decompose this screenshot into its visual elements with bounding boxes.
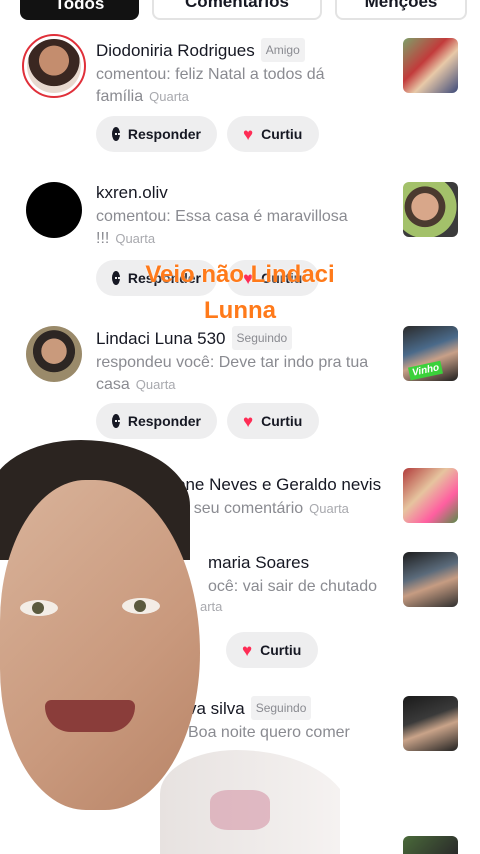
heart-icon: ♥ — [243, 411, 254, 431]
overlay-caption: Veio não Lindaci Lunna — [0, 257, 480, 329]
video-thumbnail[interactable]: Vinho — [403, 326, 458, 381]
relationship-badge: Amigo — [260, 38, 305, 62]
like-button[interactable]: ♥Curtiu — [227, 116, 319, 152]
camera-overlay — [0, 440, 340, 854]
timestamp: Quarta — [115, 231, 156, 246]
user-name[interactable]: Lindaci Luna 530 Seguindo — [96, 326, 386, 350]
video-thumbnail[interactable] — [403, 696, 458, 751]
heart-icon: ♥ — [243, 124, 254, 144]
user-name[interactable]: kxren.oliv — [96, 182, 386, 204]
eye — [20, 600, 58, 616]
avatar[interactable] — [26, 182, 82, 238]
notification-text: respondeu você: Deve tar indo pra tua ca… — [96, 354, 369, 393]
avatar[interactable] — [26, 326, 82, 382]
timestamp: Quarta — [149, 89, 189, 104]
user-name[interactable]: Diodoniria Rodrigues Amigo — [96, 38, 386, 62]
mouth — [45, 700, 135, 732]
comment-icon — [112, 414, 120, 428]
reply-button[interactable]: Responder — [96, 116, 217, 152]
avatar[interactable] — [22, 34, 86, 98]
video-thumbnail[interactable] — [403, 552, 458, 607]
caption-line-2: Lunna — [204, 297, 276, 324]
notification-text: comentou: feliz Natal a todos dá família… — [96, 66, 325, 105]
video-thumbnail[interactable] — [403, 836, 458, 854]
shirt-print — [210, 790, 270, 830]
tab-comentarios[interactable]: Comentários — [152, 0, 322, 20]
video-thumbnail[interactable] — [403, 468, 458, 523]
tab-todos[interactable]: Todos — [20, 0, 139, 20]
reply-button[interactable]: Responder — [96, 403, 217, 439]
notification-tabs: Todos Comentários Menções — [0, 0, 480, 22]
tab-mencoes[interactable]: Menções — [335, 0, 467, 20]
comment-icon — [112, 127, 120, 141]
relationship-badge: Seguindo — [231, 326, 293, 350]
caption-line-1: Veio não Lindaci — [145, 261, 335, 288]
like-button[interactable]: ♥Curtiu — [227, 403, 319, 439]
notification-text: comentou: Essa casa é maravillosa !!! Qua… — [96, 208, 348, 247]
video-thumbnail[interactable] — [403, 38, 458, 93]
thumbnail-sticker: Vinho — [408, 360, 444, 381]
video-thumbnail[interactable] — [403, 182, 458, 237]
eye — [122, 598, 160, 614]
timestamp: Quarta — [135, 377, 176, 392]
